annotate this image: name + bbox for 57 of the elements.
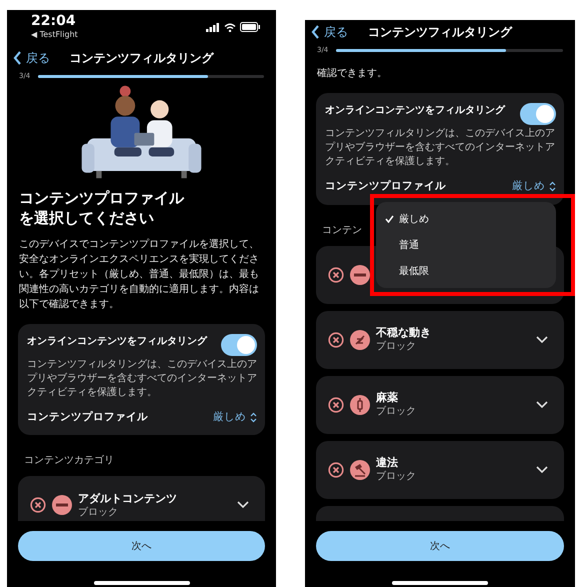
- filter-title: オンラインコンテンツをフィルタリング: [325, 104, 505, 118]
- chevron-left-icon: [311, 25, 320, 39]
- gavel-icon: [350, 460, 370, 480]
- blocked-icon: [30, 497, 46, 514]
- back-button[interactable]: 戻る: [311, 23, 348, 41]
- intro-paragraph: 確認できます。: [316, 66, 388, 81]
- screen-title: コンテンツフィルタリング: [368, 25, 512, 39]
- filter-description: コンテンツフィルタリングは、このデバイス上のアプリやブラウザーを含むすべてのインターネットアクティビティを保護します。: [27, 358, 257, 400]
- profile-label: コンテンツプロファイル: [27, 410, 148, 424]
- filter-title: オンラインコンテンツをフィルタリング: [27, 334, 207, 348]
- menu-option[interactable]: 最低限: [376, 258, 556, 284]
- screen-heading: コンテンツプロファイルを選択してください: [19, 188, 186, 228]
- screen-title: コンテンツフィルタリング: [70, 51, 214, 65]
- category-status: ブロック: [376, 470, 417, 484]
- wifi-icon: [224, 22, 236, 32]
- filter-toggle[interactable]: [221, 334, 257, 356]
- category-status: ブロック: [376, 340, 417, 354]
- menu-option[interactable]: 厳しめ: [376, 206, 556, 232]
- status-time: 22:04: [31, 14, 77, 30]
- menu-option[interactable]: 普通: [376, 232, 556, 258]
- category-status: ブロック: [376, 405, 417, 418]
- capsule-icon: [350, 394, 370, 415]
- blocked-icon: [328, 462, 344, 478]
- chevron-down-icon: [536, 336, 548, 344]
- up-down-chevron-icon: [549, 181, 556, 192]
- category-name: アダルトコンテンツ: [78, 492, 178, 506]
- chevron-down-icon: [536, 466, 548, 474]
- back-to-app-link[interactable]: ◀ TestFlight: [31, 29, 78, 42]
- category-card[interactable]: 麻薬 ブロック: [316, 376, 564, 434]
- category-card[interactable]: 違法 ブロック: [316, 440, 564, 499]
- up-down-chevron-icon: [250, 412, 257, 423]
- lightning-icon: [350, 330, 370, 350]
- category-status: ブロック: [78, 506, 119, 519]
- profile-picker[interactable]: 厳しめ: [512, 179, 556, 195]
- next-button[interactable]: 次へ: [316, 531, 564, 561]
- category-name: 不穏な動き: [376, 326, 432, 340]
- intro-paragraph: このデバイスでコンテンツプロファイルを選択して、安全なオンラインエクスペリエンスを実現してください。各プリセット（厳しめ、普通、最低限）は、最も関連性の高いカテゴリを自動的に適用します。内容は以下で確認できます。: [18, 238, 260, 312]
- category-name: 違法: [376, 456, 399, 470]
- blocked-icon: [328, 332, 344, 348]
- category-card[interactable]: 不穏な動き ブロック: [316, 310, 564, 369]
- signal-icon: [206, 22, 220, 32]
- battery-icon: [240, 22, 260, 32]
- blocked-icon: [328, 396, 344, 413]
- chevron-down-icon: [237, 501, 249, 510]
- category-name: 麻薬: [376, 391, 399, 406]
- blocked-icon: [328, 266, 344, 283]
- back-button[interactable]: 戻る: [13, 49, 50, 67]
- section-label: コンテン: [322, 224, 362, 238]
- next-button[interactable]: 次へ: [18, 531, 265, 561]
- category-card[interactable]: アダルトコンテンツ ブロック: [18, 476, 265, 521]
- chevron-down-icon: [536, 400, 548, 409]
- filter-description: コンテンツフィルタリングは、このデバイス上のアプリやブラウザーを含むすべてのインターネットアクティビティを保護します。: [325, 127, 556, 169]
- profile-picker[interactable]: 厳しめ: [213, 410, 257, 426]
- profile-label: コンテンツプロファイル: [325, 179, 446, 194]
- filter-toggle[interactable]: [520, 103, 556, 125]
- section-label: コンテンツカテゴリ: [24, 454, 114, 468]
- chevron-left-icon: [13, 51, 22, 65]
